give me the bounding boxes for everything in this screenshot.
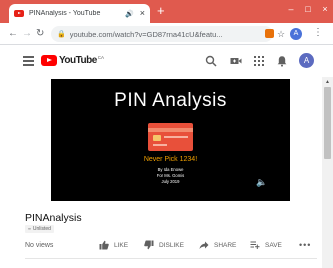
- youtube-masthead: YouTube CA A: [0, 45, 333, 77]
- minimize-button[interactable]: –: [283, 2, 299, 16]
- scroll-up-arrow-icon[interactable]: ▲: [322, 77, 333, 87]
- slide-credit-line: By Ida Enowe: [157, 167, 184, 172]
- account-avatar[interactable]: A: [299, 53, 314, 68]
- badge-label: Unlisted: [32, 226, 51, 232]
- new-tab-button[interactable]: +: [157, 3, 165, 19]
- apps-grid-icon[interactable]: [253, 55, 265, 67]
- slide-credit-line: July 2019: [161, 179, 180, 184]
- bell-icon[interactable]: [276, 55, 288, 67]
- slide-subtitle: Never Pick 1234!: [143, 156, 198, 163]
- menu-icon[interactable]: [23, 56, 34, 66]
- share-button[interactable]: SHARE: [199, 240, 236, 250]
- slide-credit-line: For Ms. Gomis: [156, 173, 185, 178]
- window-close-button[interactable]: ×: [317, 2, 333, 16]
- share-label: SHARE: [214, 241, 237, 249]
- browser-tab-strip: PINAnalysis - YouTube 🔊 × + – □ ×: [0, 0, 333, 23]
- save-label: SAVE: [265, 241, 282, 249]
- more-actions-button[interactable]: •••: [299, 240, 311, 250]
- country-code: CA: [97, 55, 105, 60]
- slide-title: PIN Analysis: [114, 90, 227, 111]
- playlist-add-icon: [250, 241, 260, 249]
- maximize-button[interactable]: □: [300, 2, 316, 16]
- browser-tab[interactable]: PINAnalysis - YouTube 🔊 ×: [9, 4, 150, 23]
- lock-icon: 🔒: [57, 31, 66, 38]
- like-label: LIKE: [114, 241, 129, 249]
- dislike-button[interactable]: DISLIKE: [144, 240, 184, 250]
- thumbs-up-icon: [99, 240, 109, 250]
- youtube-play-icon: [41, 55, 57, 66]
- logo-text: YouTube: [59, 55, 97, 66]
- video-title: PINAnalysis: [25, 212, 82, 224]
- star-icon[interactable]: ☆: [277, 27, 285, 41]
- link-icon: ∞: [28, 226, 31, 231]
- video-player[interactable]: PIN Analysis Never Pick 1234! By Ida Eno…: [51, 79, 290, 201]
- page-scrollbar[interactable]: ▲: [322, 77, 333, 268]
- youtube-favicon-icon: [14, 10, 24, 17]
- credit-card-image: [148, 123, 193, 151]
- unlisted-badge: ∞ Unlisted: [25, 225, 54, 233]
- url-text: youtube.com/watch?v=GD87rna41cU&featu...: [69, 29, 223, 39]
- volume-icon[interactable]: 🔈: [256, 177, 267, 188]
- profile-avatar[interactable]: A: [290, 28, 302, 40]
- scrollbar-thumb[interactable]: [324, 87, 331, 159]
- browser-toolbar: ← → ↻ 🔒 youtube.com/watch?v=GD87rna41cU&…: [0, 23, 333, 45]
- share-icon: [199, 241, 209, 249]
- divider: [25, 258, 317, 259]
- browser-menu-icon[interactable]: ⋮: [313, 27, 323, 38]
- view-count: No views: [25, 242, 54, 249]
- tab-close-button[interactable]: ×: [140, 9, 145, 18]
- forward-arrow-icon[interactable]: →: [22, 27, 32, 41]
- speaker-icon[interactable]: 🔊: [125, 10, 134, 18]
- tab-title: PINAnalysis - YouTube: [29, 10, 101, 17]
- create-video-icon[interactable]: [230, 55, 242, 67]
- save-button[interactable]: SAVE: [250, 240, 282, 250]
- reload-icon[interactable]: ↻: [36, 27, 44, 41]
- search-icon[interactable]: [205, 55, 217, 67]
- youtube-logo[interactable]: YouTube CA: [41, 55, 104, 66]
- thumbs-down-icon: [144, 240, 154, 250]
- dislike-label: DISLIKE: [159, 241, 184, 249]
- address-bar[interactable]: 🔒 youtube.com/watch?v=GD87rna41cU&featu.…: [51, 26, 273, 42]
- extension-icon[interactable]: [265, 29, 274, 38]
- like-button[interactable]: LIKE: [99, 240, 128, 250]
- back-arrow-icon[interactable]: ←: [8, 27, 18, 41]
